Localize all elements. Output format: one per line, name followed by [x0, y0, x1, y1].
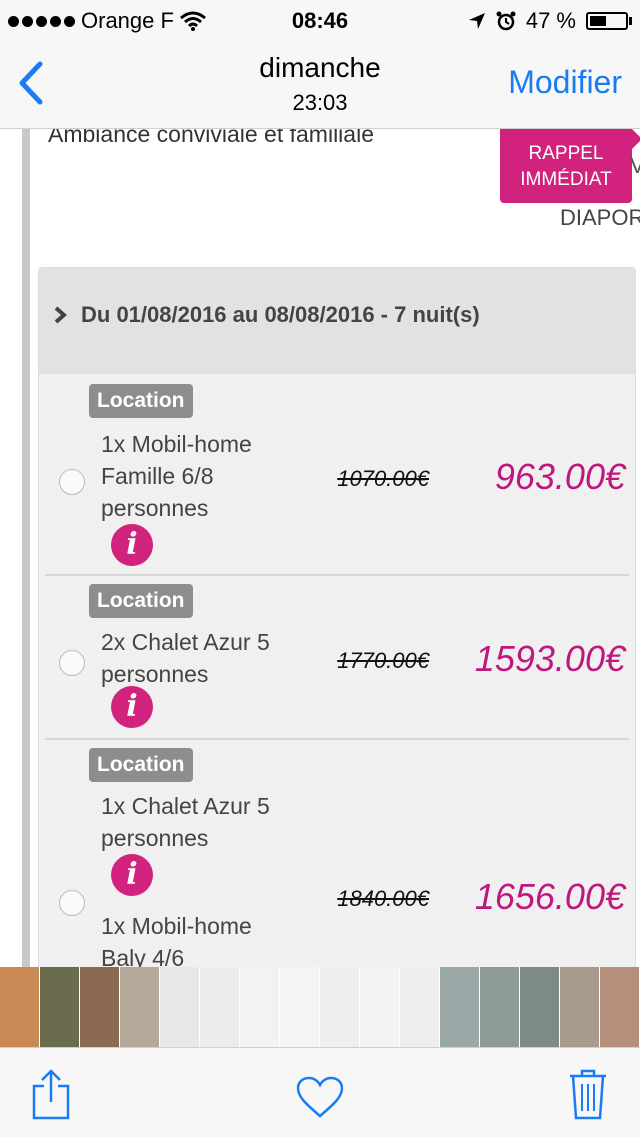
chevron-right-icon	[54, 306, 67, 324]
navigation-bar: dimanche 23:03 Modifier	[0, 40, 640, 129]
ambiance-text: Ambiance conviviale et familiale	[48, 129, 374, 147]
photo-thumbnail[interactable]	[120, 967, 160, 1047]
old-price: 1770.00€	[337, 648, 429, 673]
photo-content: Ambiance conviviale et familiale RAPPEL …	[0, 129, 640, 967]
new-price: 1593.00€	[474, 638, 625, 679]
new-price: 1656.00€	[474, 876, 625, 917]
offer-item: Location 1x Chalet Azur 5 personnes i 1x…	[39, 740, 635, 967]
old-price: 1070.00€	[337, 466, 429, 491]
photo-thumbnail[interactable]	[480, 967, 520, 1047]
new-price: 963.00€	[494, 456, 625, 497]
status-bar: Orange F 08:46 47 %	[0, 0, 640, 40]
slideshow-link[interactable]: DIAPOR	[560, 205, 640, 231]
offer-label: 1x Chalet Azur 5 personnes	[101, 793, 270, 851]
callback-label-line2: IMMÉDIAT	[520, 169, 612, 190]
photo-thumbnail[interactable]	[520, 967, 560, 1047]
info-icon[interactable]: i	[111, 854, 153, 896]
battery-percent: 47 %	[525, 8, 576, 33]
callback-button[interactable]: RAPPEL IMMÉDIAT	[500, 129, 640, 203]
callback-label-line1: RAPPEL	[528, 143, 604, 164]
location-badge: Location	[89, 584, 193, 618]
photo-thumbnail[interactable]	[280, 967, 320, 1047]
info-icon[interactable]: i	[111, 686, 153, 728]
battery-icon	[586, 12, 632, 30]
offer-label: 2x Chalet Azur 5 personnes	[101, 629, 270, 687]
photo-thumbnail[interactable]	[320, 967, 360, 1047]
info-icon[interactable]: i	[111, 524, 153, 566]
period-header[interactable]: Du 01/08/2016 au 08/08/2016 - 7 nuit(s)	[39, 268, 635, 374]
photo-thumbnail[interactable]	[440, 967, 480, 1047]
period-dates: Du 01/08/2016 au 08/08/2016 - 7 nuit(s)	[81, 302, 480, 327]
location-badge: Location	[89, 384, 193, 418]
offer-label: 1x Mobil-home Famille 6/8 personnes	[101, 431, 252, 521]
offer-radio[interactable]	[59, 650, 85, 676]
photo-thumbnail[interactable]	[40, 967, 80, 1047]
share-icon	[32, 1069, 70, 1120]
photo-thumbnail[interactable]	[80, 967, 120, 1047]
offer-item: Location 1x Mobil-home Famille 6/8 perso…	[39, 374, 635, 576]
offer-item: Location 2x Chalet Azur 5 personnes i 17…	[39, 574, 635, 740]
alarm-clock-icon	[496, 11, 516, 31]
old-price: 1840.00€	[337, 886, 429, 911]
photo-thumbnail[interactable]	[240, 967, 280, 1047]
favorite-button[interactable]	[296, 1076, 344, 1123]
offer-radio[interactable]	[59, 469, 85, 495]
share-button[interactable]	[30, 1068, 72, 1125]
location-badge: Location	[89, 748, 193, 782]
photo-thumbnail[interactable]	[360, 967, 400, 1047]
status-right: 47 %	[468, 8, 632, 34]
offer-radio[interactable]	[59, 890, 85, 916]
photo-thumbnail[interactable]	[560, 967, 600, 1047]
left-rail	[22, 129, 30, 967]
photo-thumbnail[interactable]	[400, 967, 440, 1047]
period-box: Du 01/08/2016 au 08/08/2016 - 7 nuit(s) …	[38, 267, 636, 967]
location-arrow-icon	[468, 13, 485, 29]
edit-button[interactable]: Modifier	[508, 64, 622, 101]
truncated-text: V	[630, 153, 640, 178]
battery-level	[590, 16, 606, 26]
photo-thumbnail[interactable]	[160, 967, 200, 1047]
photo-thumbnail[interactable]	[0, 967, 40, 1047]
bottom-toolbar	[0, 1047, 640, 1137]
trash-icon	[570, 1069, 606, 1120]
delete-button[interactable]	[568, 1068, 608, 1125]
heart-icon	[296, 1076, 344, 1118]
photo-thumbnail[interactable]	[600, 967, 640, 1047]
thumbnail-strip[interactable]	[0, 967, 640, 1047]
offer-label-secondary: 1x Mobil-home Baly 4/6	[101, 913, 252, 967]
photo-thumbnail[interactable]	[200, 967, 240, 1047]
